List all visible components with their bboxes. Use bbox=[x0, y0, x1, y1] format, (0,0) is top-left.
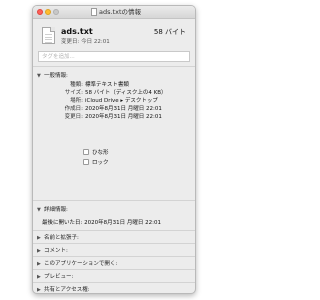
disclosure-right-icon: ▶ bbox=[37, 274, 41, 280]
stationery-pad-checkbox[interactable]: ひな形 bbox=[83, 149, 109, 157]
section-general-label: 一般情報: bbox=[44, 73, 68, 79]
section-sharing-permissions-header[interactable]: ▶ 共有とアクセス権: bbox=[37, 285, 90, 293]
info-row-modified: 変更日: 2020年8月31日 月曜日 22:01 bbox=[37, 113, 193, 121]
checkbox-box[interactable] bbox=[83, 159, 89, 165]
divider bbox=[33, 243, 195, 244]
document-proxy-icon[interactable] bbox=[91, 8, 97, 16]
section-more-info-label: 詳細情報: bbox=[44, 207, 68, 213]
divider bbox=[33, 269, 195, 270]
info-label: サイズ: bbox=[64, 90, 83, 96]
text-document-icon bbox=[42, 27, 55, 44]
section-label: プレビュー: bbox=[44, 274, 74, 280]
section-more-info-header[interactable]: ▼ 詳細情報: bbox=[37, 205, 68, 213]
info-value: 標準テキスト書類 bbox=[85, 82, 129, 88]
info-label: 作成日: bbox=[64, 106, 83, 112]
locked-checkbox[interactable]: ロック bbox=[83, 159, 109, 167]
section-open-with-header[interactable]: ▶ このアプリケーションで開く: bbox=[37, 259, 117, 267]
info-value: 2020年8月31日 月曜日 22:01 bbox=[85, 114, 162, 120]
get-info-window: ads.txtの情報 ads.txt 58 バイト 変更日: 今日 22:01 … bbox=[32, 5, 196, 294]
divider bbox=[33, 282, 195, 283]
info-row-location: 場所: iCloud Drive ▸ デスクトップ bbox=[37, 97, 193, 105]
divider bbox=[33, 230, 195, 231]
title-bar: ads.txtの情報 bbox=[33, 6, 195, 19]
disclosure-down-icon: ▼ bbox=[37, 207, 41, 213]
file-name: ads.txt bbox=[61, 27, 93, 36]
info-label: 種類: bbox=[70, 82, 83, 88]
divider bbox=[33, 256, 195, 257]
checkbox-label: ロック bbox=[92, 160, 109, 166]
section-label: 名前と拡張子: bbox=[44, 235, 79, 241]
info-value: 2020年8月31日 月曜日 22:01 bbox=[85, 106, 162, 112]
close-window-button[interactable] bbox=[37, 9, 43, 15]
info-label: 場所: bbox=[70, 98, 83, 104]
tags-input[interactable] bbox=[38, 51, 190, 62]
minimize-window-button[interactable] bbox=[45, 9, 51, 15]
info-row-created: 作成日: 2020年8月31日 月曜日 22:01 bbox=[37, 105, 193, 113]
section-label: 共有とアクセス権: bbox=[44, 287, 90, 293]
info-row-size: サイズ: 58 バイト（ディスク上の4 KB） bbox=[37, 89, 193, 97]
checkbox-box[interactable] bbox=[83, 149, 89, 155]
section-preview-header[interactable]: ▶ プレビュー: bbox=[37, 272, 73, 280]
section-label: コメント: bbox=[44, 248, 68, 254]
info-value: 58 バイト（ディスク上の4 KB） bbox=[85, 90, 167, 96]
modified-date-summary: 変更日: 今日 22:01 bbox=[61, 39, 110, 45]
disclosure-right-icon: ▶ bbox=[37, 287, 41, 293]
disclosure-right-icon: ▶ bbox=[37, 248, 41, 254]
disclosure-right-icon: ▶ bbox=[37, 261, 41, 267]
section-label: このアプリケーションで開く: bbox=[44, 261, 118, 267]
info-label: 変更日: bbox=[64, 114, 83, 120]
info-row-kind: 種類: 標準テキスト書類 bbox=[37, 81, 193, 89]
checkbox-label: ひな形 bbox=[92, 150, 109, 156]
divider bbox=[33, 200, 195, 201]
divider bbox=[33, 66, 195, 67]
file-size: 58 バイト bbox=[153, 28, 186, 36]
window-title: ads.txtの情報 bbox=[99, 8, 142, 16]
zoom-window-button[interactable] bbox=[53, 9, 59, 15]
info-value: iCloud Drive ▸ デスクトップ bbox=[85, 98, 158, 104]
disclosure-down-icon: ▼ bbox=[37, 73, 41, 79]
section-general-header[interactable]: ▼ 一般情報: bbox=[37, 71, 68, 79]
section-comments-header[interactable]: ▶ コメント: bbox=[37, 246, 68, 254]
disclosure-right-icon: ▶ bbox=[37, 235, 41, 241]
last-opened-date: 最後に開いた日: 2020年8月31日 月曜日 22:01 bbox=[42, 220, 161, 226]
section-name-extension-header[interactable]: ▶ 名前と拡張子: bbox=[37, 233, 79, 241]
